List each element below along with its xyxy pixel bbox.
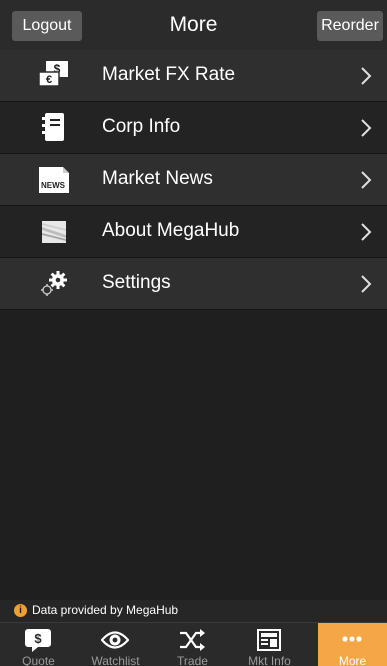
news-icon-text: NEWS: [41, 181, 66, 190]
menu-item-market-fx-rate[interactable]: $ € Market FX Rate: [0, 50, 387, 102]
tab-trade[interactable]: Trade: [154, 623, 231, 666]
info-icon: i: [14, 604, 27, 617]
tab-label: Quote: [22, 654, 55, 666]
shuffle-icon: [180, 629, 205, 651]
data-provider-bar: i Data provided by MegaHub: [0, 600, 387, 622]
quote-icon: $: [25, 629, 51, 652]
menu-item-label: Market News: [102, 168, 213, 189]
chevron-right-icon: [361, 171, 372, 189]
chevron-right-icon: [361, 275, 372, 293]
more-menu-list: $ € Market FX Rate Corp Info NEWS Market…: [0, 50, 387, 310]
tab-label: Watchlist: [91, 654, 140, 666]
menu-item-label: Corp Info: [102, 116, 181, 137]
market-info-icon: [257, 629, 281, 651]
nav-header: Logout More Reorder: [0, 0, 387, 51]
tab-label: Mkt Info: [248, 654, 291, 666]
menu-item-market-news[interactable]: NEWS Market News: [0, 154, 387, 206]
eye-icon: [101, 631, 129, 649]
tab-label: More: [338, 654, 367, 666]
menu-item-label: About MegaHub: [102, 220, 240, 241]
megahub-logo-icon: [42, 221, 66, 243]
svg-text:$: $: [34, 631, 42, 646]
news-icon: NEWS: [39, 167, 69, 193]
gears-icon: [41, 271, 67, 296]
menu-item-label: Settings: [102, 272, 171, 293]
tab-quote[interactable]: $ Quote: [0, 623, 77, 666]
tab-mkt-info[interactable]: Mkt Info: [231, 623, 308, 666]
tab-watchlist[interactable]: Watchlist: [77, 623, 154, 666]
menu-item-about-megahub[interactable]: About MegaHub: [0, 206, 387, 258]
chevron-right-icon: [361, 223, 372, 241]
currency-exchange-icon: $ €: [38, 61, 68, 87]
menu-item-label: Market FX Rate: [102, 64, 236, 85]
app-screen: Logout More Reorder $ € Market FX Rate C…: [0, 0, 387, 666]
notebook-icon: [42, 113, 64, 141]
reorder-button[interactable]: Reorder: [317, 11, 383, 41]
chevron-right-icon: [361, 119, 372, 137]
provider-text: Data provided by MegaHub: [32, 603, 179, 617]
svg-text:€: €: [46, 74, 52, 86]
tab-label: Trade: [177, 654, 208, 666]
menu-item-settings[interactable]: Settings: [0, 258, 387, 310]
tab-bar: $ Quote Watchlist Trade Mkt Info More: [0, 622, 387, 666]
more-dots-icon: [342, 636, 362, 642]
tab-more[interactable]: More: [318, 623, 387, 666]
menu-item-corp-info[interactable]: Corp Info: [0, 102, 387, 154]
chevron-right-icon: [361, 67, 372, 85]
